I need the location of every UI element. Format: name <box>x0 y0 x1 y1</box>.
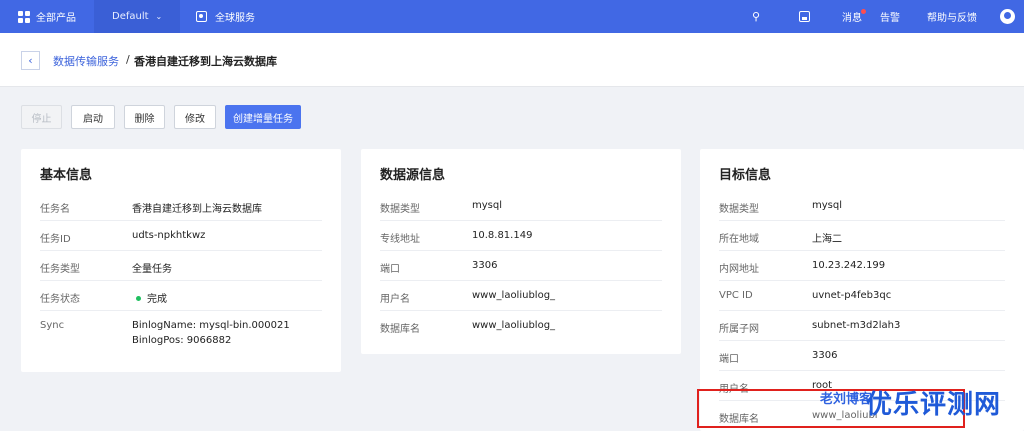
field-value: mysql <box>812 200 842 211</box>
field-label: Sync <box>40 320 65 331</box>
stop-label: 停止 <box>31 113 52 125</box>
source-info-title: 数据源信息 <box>380 168 446 183</box>
info-row: 端口 3306 <box>719 341 1005 371</box>
global-services-label: 全球服务 <box>215 13 255 24</box>
global-services-menu[interactable]: 全球服务 <box>196 0 255 33</box>
info-row: VPC ID uvnet-p4feb3qc <box>719 281 1005 311</box>
field-label: 端口 <box>719 354 739 365</box>
field-value: 10.8.81.149 <box>472 230 533 241</box>
field-label: 所属子网 <box>719 324 759 335</box>
binlog-name-value: BinlogName: mysql-bin.000021 <box>132 320 290 331</box>
field-label: 所在地域 <box>719 234 759 245</box>
create-incremental-label: 创建增量任务 <box>233 113 293 125</box>
stop-button[interactable]: 停止 <box>21 105 62 129</box>
start-button[interactable]: 启动 <box>71 105 115 129</box>
image-button[interactable] <box>799 0 810 33</box>
info-row: 所在地域 上海二 <box>719 221 1005 251</box>
info-row: 专线地址 10.8.81.149 <box>380 221 662 251</box>
user-avatar-button[interactable] <box>1000 0 1015 33</box>
field-label: 数据库名 <box>380 324 420 335</box>
field-value: 3306 <box>472 260 498 271</box>
watermark-small: 老刘博客 <box>820 392 873 407</box>
target-info-title: 目标信息 <box>719 168 772 183</box>
grid-icon <box>18 10 30 23</box>
project-selector[interactable]: Default ⌄ <box>94 0 180 33</box>
info-row: 数据类型 mysql <box>719 191 1005 221</box>
top-navbar: 全部产品 Default ⌄ 全球服务 ⚲ 消息 告警 帮助与反馈 <box>0 0 1024 33</box>
info-row: 任务名 香港自建迁移到上海云数据库 <box>40 191 322 221</box>
field-label: 数据类型 <box>380 204 420 215</box>
start-label: 启动 <box>83 113 103 125</box>
binlog-pos-value: BinlogPos: 9066882 <box>132 335 232 346</box>
page-title: 香港自建迁移到上海云数据库 <box>134 55 277 68</box>
edit-button[interactable]: 修改 <box>174 105 216 129</box>
all-products-menu[interactable]: 全部产品 <box>0 0 94 33</box>
field-value: 3306 <box>812 350 838 361</box>
info-row: 所属子网 subnet-m3d2lah3 <box>719 311 1005 341</box>
info-row: 任务ID udts-npkhtkwz <box>40 221 322 251</box>
field-value: subnet-m3d2lah3 <box>812 320 901 331</box>
delete-label: 删除 <box>134 113 155 125</box>
basic-info-title: 基本信息 <box>40 168 93 183</box>
project-label: Default <box>112 11 149 22</box>
all-products-label: 全部产品 <box>36 13 76 24</box>
field-value: mysql <box>472 200 502 211</box>
info-row: Sync BinlogName: mysql-bin.000021 Binlog… <box>40 311 322 355</box>
field-label: 端口 <box>380 264 400 275</box>
user-avatar-icon <box>1000 9 1015 24</box>
edit-label: 修改 <box>185 113 205 125</box>
field-value: uvnet-p4feb3qc <box>812 290 892 301</box>
basic-info-card: 基本信息 任务名 香港自建迁移到上海云数据库 任务ID udts-npkhtkw… <box>21 149 341 372</box>
field-value: 上海二 <box>812 234 842 245</box>
task-name-value: 香港自建迁移到上海云数据库 <box>132 204 262 215</box>
field-label: 用户名 <box>380 294 410 305</box>
info-row: 内网地址 10.23.242.199 <box>719 251 1005 281</box>
watermark-big: 优乐评测网 <box>866 390 1002 420</box>
field-label: 任务ID <box>40 234 71 245</box>
field-value: 10.23.242.199 <box>812 260 886 271</box>
task-status: 完成 <box>136 290 167 305</box>
info-row: 任务类型 全量任务 <box>40 251 322 281</box>
chevron-left-icon: ‹ <box>28 54 33 67</box>
help-label: 帮助与反馈 <box>927 13 977 24</box>
task-id-value: udts-npkhtkwz <box>132 230 206 241</box>
info-row: 数据类型 mysql <box>380 191 662 221</box>
create-incremental-task-button[interactable]: 创建增量任务 <box>225 105 301 129</box>
task-type-value: 全量任务 <box>132 264 172 275</box>
field-value: www_laoliublog_ <box>472 320 556 331</box>
field-label: 专线地址 <box>380 234 420 245</box>
unread-dot <box>861 9 866 14</box>
image-icon <box>799 11 810 22</box>
field-label: 任务类型 <box>40 264 80 275</box>
info-row: 用户名 www_laoliublog_ <box>380 281 662 311</box>
info-row: 端口 3306 <box>380 251 662 281</box>
field-label: 内网地址 <box>719 264 759 275</box>
messages-link[interactable]: 消息 <box>842 0 866 33</box>
chevron-down-icon: ⌄ <box>155 12 163 21</box>
info-row: 任务状态 完成 <box>40 281 322 311</box>
breadcrumb-parent-link[interactable]: 数据传输服务 <box>53 53 119 69</box>
help-feedback-link[interactable]: 帮助与反馈 <box>927 0 977 33</box>
source-info-card: 数据源信息 数据类型 mysql 专线地址 10.8.81.149 端口 330… <box>361 149 681 354</box>
back-button[interactable]: ‹ <box>21 51 40 70</box>
alarm-link[interactable]: 告警 <box>880 0 900 33</box>
messages-label: 消息 <box>842 13 862 24</box>
info-row: 数据库名 www_laoliublog_ <box>380 311 662 341</box>
alarm-label: 告警 <box>880 13 900 24</box>
search-icon: ⚲ <box>752 10 761 23</box>
search-button[interactable]: ⚲ <box>752 0 760 33</box>
global-service-icon <box>196 11 207 22</box>
field-value: www_laoliublog_ <box>472 290 556 301</box>
task-status-value: 完成 <box>147 294 167 305</box>
field-label: 数据类型 <box>719 204 759 215</box>
delete-button[interactable]: 删除 <box>124 105 165 129</box>
field-label: 任务状态 <box>40 294 80 305</box>
breadcrumb-separator: / <box>126 53 130 66</box>
field-label: 任务名 <box>40 204 70 215</box>
status-dot-icon <box>136 296 141 301</box>
field-label: VPC ID <box>719 290 753 301</box>
